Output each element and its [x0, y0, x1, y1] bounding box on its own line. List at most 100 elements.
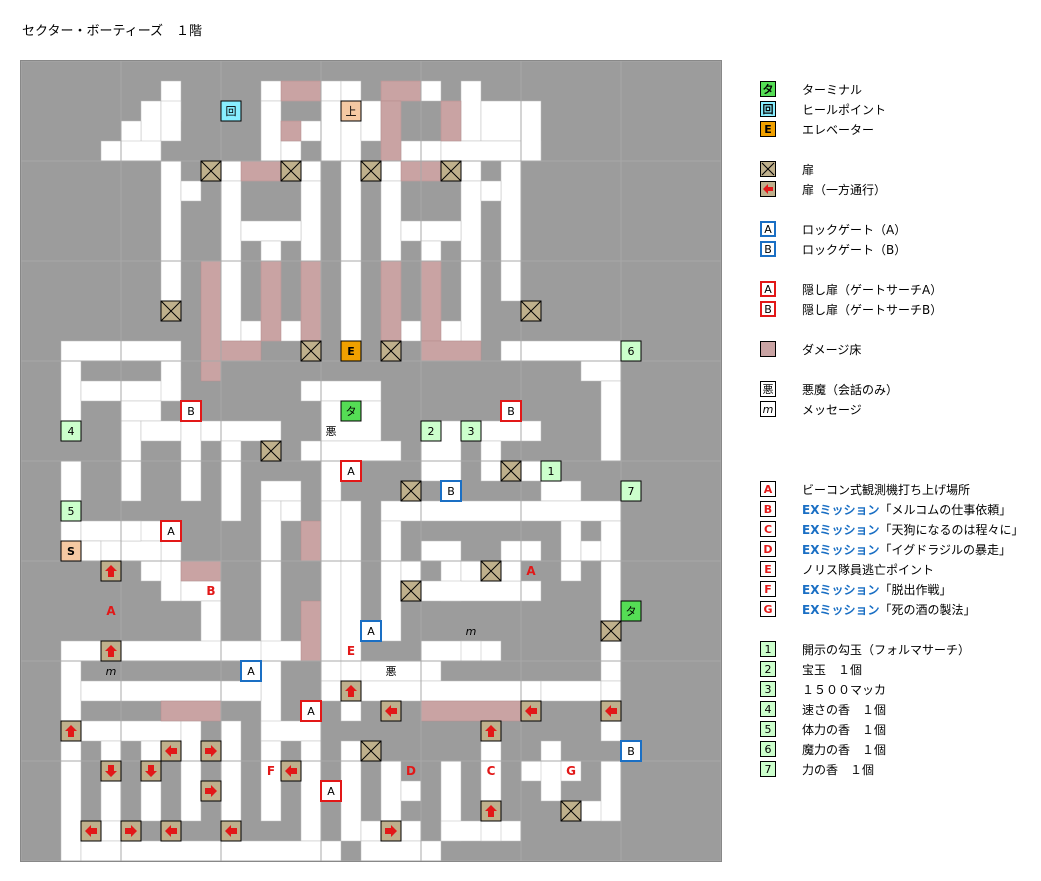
legend-item-icon: 5 [760, 721, 776, 737]
corridor-tile [400, 560, 422, 582]
corridor-tile [460, 80, 482, 142]
corridor-tile [400, 780, 422, 802]
lock-gate-icon-label: A [247, 665, 255, 678]
corridor-tile [260, 740, 282, 822]
legend-row: G EXミッション「死の酒の製法」 [760, 600, 975, 618]
legend-row: 5 体力の香 １個 [760, 720, 886, 738]
legend-label: １５００マッカ [802, 682, 887, 697]
corridor-tile [360, 660, 442, 682]
legend-row: D EXミッション「イグドラジルの暴走」 [760, 540, 1011, 558]
legend-letter-icon: E [760, 561, 776, 577]
corridor-tile [600, 760, 622, 822]
message-label: m [106, 665, 117, 678]
hidden-door-icon-label: B [507, 405, 515, 418]
corridor-tile [580, 360, 622, 382]
legend-hidden-icon: A [760, 281, 776, 297]
corridor-tile [360, 100, 382, 142]
legend-row: F EXミッション「脱出作戦」 [760, 580, 951, 598]
damage-floor [180, 560, 222, 582]
legend-item-icon: 1 [760, 641, 776, 657]
corridor-tile [160, 360, 182, 402]
corridor-tile [260, 100, 282, 162]
damage-floor [380, 80, 422, 102]
legend-row: E ノリス隊員逃亡ポイント [760, 560, 934, 578]
event-marker: B [206, 584, 215, 598]
legend-label: メッセージ [802, 402, 862, 417]
damage-floor [380, 100, 402, 162]
legend-label: 宝玉 １個 [802, 662, 863, 677]
legend-label: 隠し扉（ゲートサーチB） [802, 302, 943, 317]
legend-row: 扉 [760, 160, 814, 178]
corridor-tile [340, 740, 362, 842]
item-icon-label: 6 [628, 345, 635, 358]
legend-label: ロックゲート（A） [802, 222, 907, 237]
legend-label: ビーコン式観測機打ち上げ場所 [802, 482, 971, 497]
event-marker: C [487, 764, 496, 778]
legend-lock-icon: A [760, 221, 776, 237]
corridor-tile [240, 220, 302, 242]
corridor-tile [600, 520, 622, 682]
damage-floor [280, 80, 322, 102]
damage-floor [420, 700, 522, 722]
ex-mission-prefix: EXミッション [802, 502, 880, 517]
damage-floor [380, 260, 402, 342]
page-title: セクター・ボーティーズ １階 [22, 24, 203, 39]
corridor-tile [580, 540, 602, 562]
damage-floor [440, 100, 462, 142]
lock-gate-icon-label: A [367, 625, 375, 638]
legend-row: 6 魔力の香 １個 [760, 740, 886, 758]
corridor-tile [220, 440, 242, 522]
legend-one-way-door-icon [760, 181, 776, 197]
damage-floor [300, 260, 322, 342]
corridor-tile [380, 520, 402, 642]
legend-label: EXミッション「イグドラジルの暴走」 [802, 542, 1011, 557]
hidden-door-icon-label: A [347, 465, 355, 478]
legend-row: タ ターミナル [760, 80, 862, 98]
damage-floor [160, 700, 222, 722]
corridor-tile [380, 760, 402, 822]
corridor-tile [320, 460, 342, 502]
corridor-tile [300, 740, 322, 842]
item-icon-label: 3 [468, 425, 475, 438]
item-icon-label: 1 [548, 465, 555, 478]
lock-gate-icon-label: B [627, 745, 635, 758]
corridor-tile [600, 380, 622, 462]
legend-label: 力の香 １個 [802, 762, 875, 777]
corridor-tile [540, 740, 562, 802]
legend-label: ロックゲート（B） [802, 242, 907, 257]
event-marker: D [406, 764, 416, 778]
legend-hidden-icon: B [760, 301, 776, 317]
corridor-tile [60, 640, 262, 662]
hidden-door-icon-label: B [187, 405, 195, 418]
damage-floor [420, 340, 482, 362]
legend-row: 1 開示の勾玉（フォルマサーチ） [760, 640, 970, 658]
corridor-tile [100, 820, 122, 842]
corridor-tile [480, 100, 522, 142]
corridor-tile [140, 420, 182, 442]
corridor-tile [260, 500, 282, 742]
legend-item-icon: 2 [760, 661, 776, 677]
lock-gate-icon-label: B [447, 485, 455, 498]
legend-label: ターミナル [802, 82, 863, 97]
corridor-tile [80, 540, 102, 562]
legend-letter-icon: G [760, 601, 776, 617]
corridor-tile [500, 340, 622, 362]
legend-row: C EXミッション「天狗になるのは程々に」 [760, 520, 1023, 538]
legend-row: 悪 悪魔（会話のみ） [760, 380, 898, 398]
legend-elevator-icon: E [760, 121, 776, 137]
legend-plain-italic-icon: m [760, 401, 776, 417]
corridor-tile [100, 540, 162, 562]
legend-label: ヒールポイント [802, 102, 887, 117]
legend-label: EXミッション「脱出作戦」 [802, 582, 952, 597]
legend-label: 体力の香 １個 [802, 722, 887, 737]
corridor-tile [160, 540, 182, 602]
legend-row: 扉（一方通行） [760, 180, 886, 198]
corridor-tile [520, 100, 542, 162]
corridor-tile [80, 840, 322, 861]
devil-label: 悪 [386, 665, 397, 678]
corridor-tile [480, 420, 542, 442]
legend-heal-icon: 回 [760, 101, 776, 117]
legend-row: 回 ヒールポイント [760, 100, 886, 118]
legend-label: EXミッション「天狗になるのは程々に」 [802, 522, 1024, 537]
legend-item-icon: 4 [760, 701, 776, 717]
